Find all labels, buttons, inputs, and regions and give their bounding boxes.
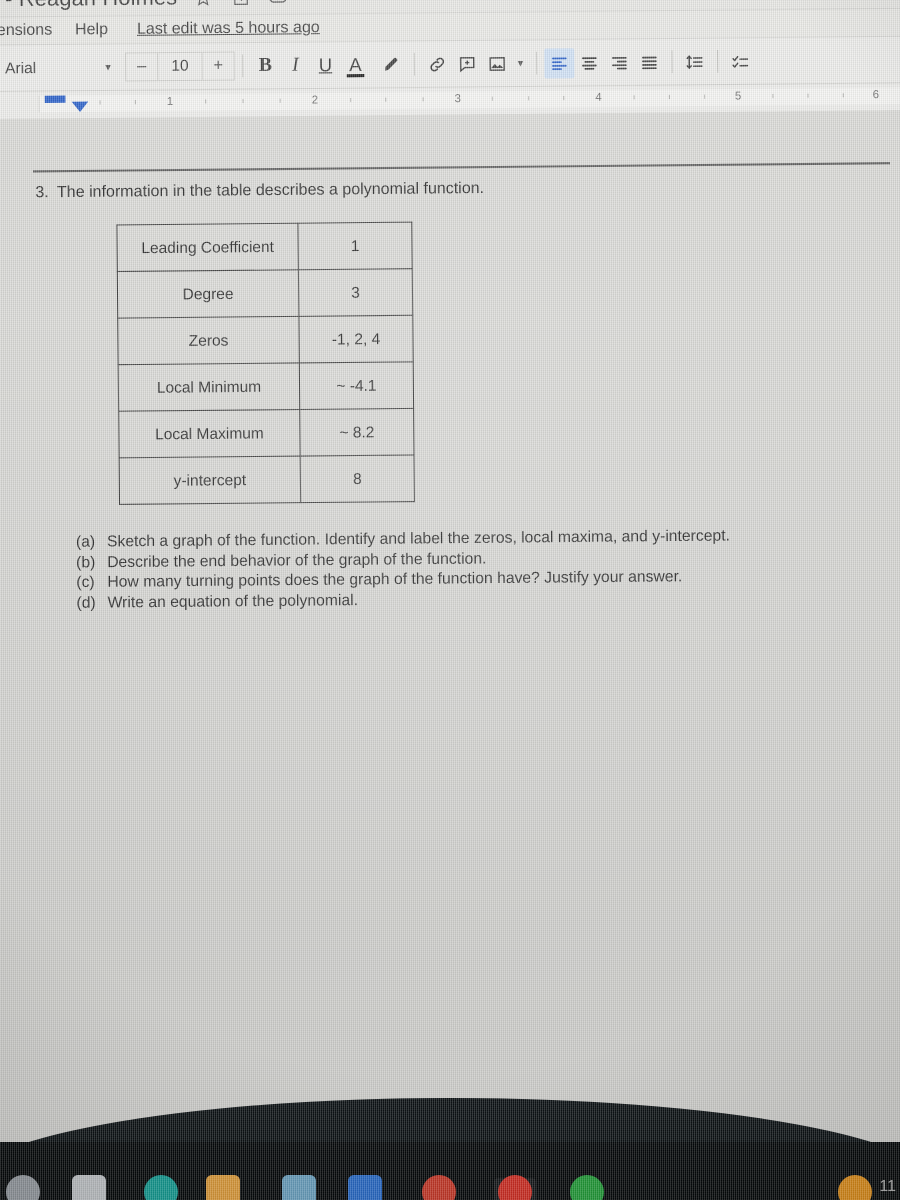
- table-cell-value: ~ 8.2: [299, 408, 415, 457]
- part-label: (a): [75, 533, 96, 551]
- polynomial-info-table: Leading Coefficient 1 Degree 3 Zeros -1,…: [116, 222, 415, 505]
- red-app-icon[interactable]: [422, 1175, 456, 1200]
- font-family-value: Arial: [5, 59, 37, 77]
- horizontal-rule: [33, 162, 890, 173]
- font-size-value[interactable]: 10: [157, 52, 203, 81]
- ruler-number: 2: [311, 94, 319, 107]
- left-indent-marker[interactable]: [71, 101, 89, 113]
- font-family-selector[interactable]: Arial ▼: [0, 58, 119, 77]
- image-dropdown-caret-icon[interactable]: ▼: [512, 48, 529, 78]
- folder-app-icon[interactable]: [206, 1175, 240, 1200]
- insert-link-icon[interactable]: [422, 49, 452, 79]
- ruler-number: 1: [166, 95, 174, 109]
- table-cell-value: 8: [300, 454, 415, 503]
- align-right-icon[interactable]: [604, 47, 634, 77]
- move-to-folder-icon[interactable]: [229, 0, 252, 9]
- photographed-screen: se - Reagan Holmes Extensions Help Last …: [0, 0, 900, 1200]
- star-icon[interactable]: [192, 0, 215, 9]
- align-justify-icon[interactable]: [634, 47, 664, 77]
- align-center-icon[interactable]: [574, 47, 604, 77]
- menu-item-help[interactable]: Help: [75, 21, 108, 40]
- align-left-icon[interactable]: [544, 47, 575, 79]
- bold-button[interactable]: B: [250, 51, 280, 81]
- add-comment-icon[interactable]: [452, 49, 482, 79]
- highlight-pen-icon[interactable]: [377, 49, 407, 79]
- checklist-icon[interactable]: [725, 46, 755, 76]
- toolbar-divider: [242, 54, 244, 78]
- table-row: y-intercept 8: [119, 454, 415, 505]
- table-cell-label: Local Minimum: [118, 362, 300, 412]
- document-page[interactable]: 3. The information in the table describes…: [0, 110, 900, 1200]
- table-cell-label: Leading Coefficient: [116, 223, 299, 272]
- table-cell-value: ~ -4.1: [299, 361, 414, 410]
- menu-item-extensions[interactable]: Extensions: [0, 21, 52, 40]
- table-row: Degree 3: [117, 268, 413, 319]
- green-app-icon[interactable]: [570, 1175, 604, 1200]
- increase-font-size-button[interactable]: +: [203, 53, 234, 80]
- window-app-icon[interactable]: [282, 1175, 316, 1200]
- part-label: (c): [76, 573, 95, 592]
- blue-app-icon[interactable]: [348, 1175, 382, 1200]
- question-number: 3.: [35, 183, 49, 202]
- table-cell-value: 3: [298, 268, 413, 317]
- toolbar-divider: [671, 50, 673, 74]
- table-row: Zeros -1, 2, 4: [117, 315, 414, 365]
- table-row: Local Minimum ~ -4.1: [118, 361, 414, 412]
- part-label: (d): [76, 593, 96, 612]
- table-cell-value: -1, 2, 4: [298, 315, 414, 363]
- table-row: Local Maximum ~ 8.2: [118, 408, 415, 458]
- question-text: The information in the table describes a…: [56, 179, 485, 202]
- underline-button[interactable]: U: [310, 50, 340, 80]
- table-cell-label: y-intercept: [119, 456, 301, 505]
- table-row: Leading Coefficient 1: [116, 222, 413, 272]
- text-color-button[interactable]: A: [340, 50, 370, 80]
- font-size-stepper[interactable]: – 10 +: [125, 51, 236, 82]
- table-cell-label: Degree: [117, 269, 299, 319]
- part-label: (b): [76, 553, 96, 572]
- cloud-saved-icon[interactable]: [266, 0, 289, 9]
- insert-image-icon[interactable]: [482, 48, 512, 78]
- part-text: Write an equation of the polynomial.: [107, 591, 359, 612]
- line-spacing-icon[interactable]: [680, 46, 710, 76]
- last-edit-link[interactable]: Last edit was 5 hours ago: [137, 19, 320, 39]
- table-cell-label: Zeros: [117, 316, 300, 365]
- ruler-track[interactable]: 1 2 3 4 5 6: [38, 87, 900, 113]
- taskbar[interactable]: 11: [0, 1142, 900, 1200]
- document-title[interactable]: se - Reagan Holmes: [0, 0, 177, 13]
- ruler-number: 4: [595, 91, 602, 104]
- taskbar-icon-strip: [0, 1169, 900, 1200]
- toolbar-divider: [535, 51, 538, 75]
- toolbar-divider: [717, 49, 719, 73]
- ruler-number: 6: [872, 88, 880, 102]
- teal-app-icon[interactable]: [144, 1175, 178, 1200]
- taskbar-clock[interactable]: 11: [879, 1178, 896, 1196]
- chevron-down-icon: ▼: [103, 61, 113, 73]
- task-view-icon[interactable]: [72, 1175, 106, 1200]
- italic-button[interactable]: I: [280, 50, 310, 80]
- toolbar-divider: [413, 52, 416, 76]
- search-icon[interactable]: [6, 1175, 40, 1200]
- table-cell-value: 1: [297, 222, 413, 270]
- orange-app-icon[interactable]: [838, 1175, 872, 1200]
- decrease-font-size-button[interactable]: –: [126, 53, 157, 80]
- ruler-number: 3: [454, 92, 461, 106]
- ruler-number: 5: [734, 90, 742, 103]
- question-heading: 3. The information in the table describes…: [35, 180, 484, 203]
- table-cell-label: Local Maximum: [118, 409, 301, 458]
- question-parts-list: (a) Sketch a graph of the function. Iden…: [76, 526, 731, 613]
- first-line-indent-marker[interactable]: [44, 95, 66, 103]
